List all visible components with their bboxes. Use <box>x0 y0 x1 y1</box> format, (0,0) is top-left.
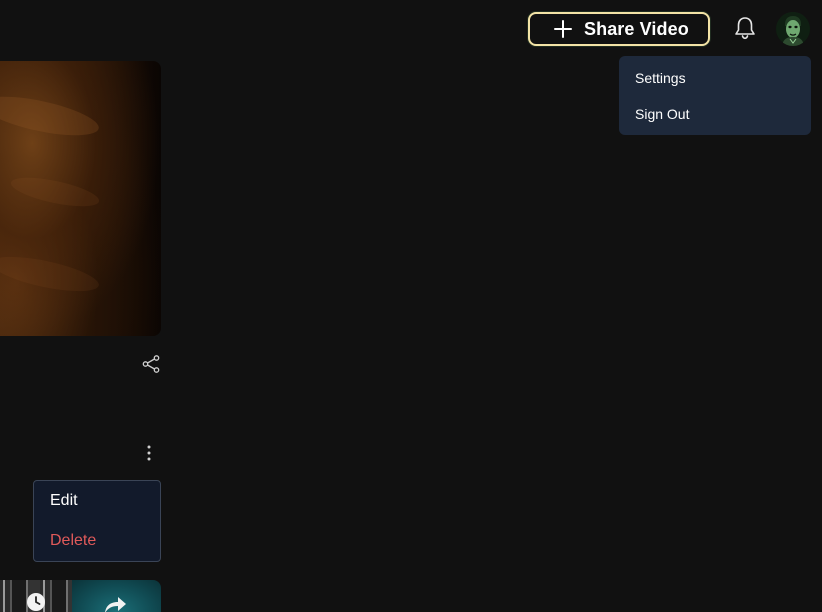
share-video-label: Share Video <box>584 18 689 39</box>
page: Share Video Settings Sign Out Edit Delet… <box>0 0 822 612</box>
account-menu: Settings Sign Out <box>619 56 811 135</box>
thumbnail-texture <box>0 88 102 144</box>
plus-icon <box>554 20 572 38</box>
thumbnail-texture <box>0 249 102 299</box>
thumbnail-texture <box>8 171 102 213</box>
clock-icon <box>27 593 45 611</box>
avatar[interactable] <box>776 12 810 46</box>
more-vertical-icon[interactable] <box>139 443 159 463</box>
edit-menu-item[interactable]: Edit <box>50 492 78 510</box>
item-options-menu: Edit Delete <box>33 480 161 562</box>
avatar-image <box>776 12 810 46</box>
forward-icon <box>105 597 126 612</box>
video-thumbnail[interactable] <box>0 61 161 336</box>
share-icon[interactable] <box>141 354 161 374</box>
delete-menu-item[interactable]: Delete <box>50 532 96 550</box>
bell-icon[interactable] <box>732 15 758 41</box>
share-video-button[interactable]: Share Video <box>528 12 710 46</box>
menu-item-sign-out[interactable]: Sign Out <box>619 96 811 132</box>
menu-item-settings[interactable]: Settings <box>619 60 811 96</box>
